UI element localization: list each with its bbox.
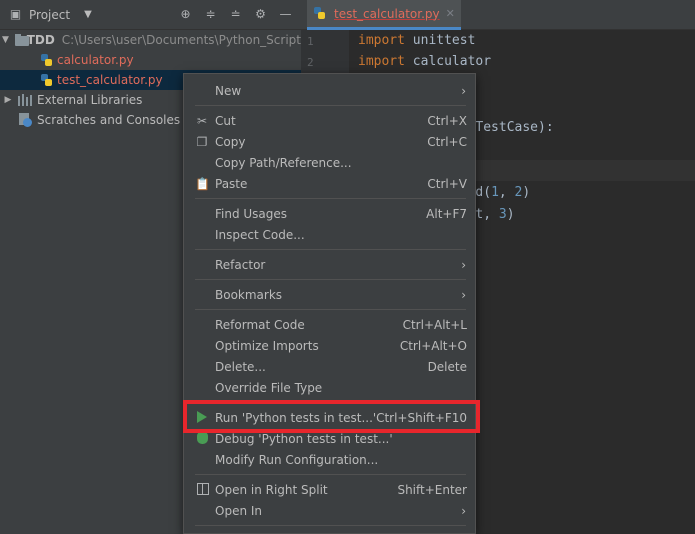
- split-view-icon: [197, 483, 209, 495]
- menu-item-shortcut: Ctrl+V: [427, 176, 467, 191]
- menu-item-cut[interactable]: ✂ Cut Ctrl+X: [184, 110, 475, 131]
- collapse-all-icon[interactable]: ≐: [228, 7, 243, 22]
- copy-icon: ❐: [196, 134, 208, 149]
- menu-item-label: Cut: [215, 113, 236, 128]
- tree-root-tdd[interactable]: ▼ TDD C:\Users\user\Documents\Python_Scr…: [0, 30, 301, 50]
- menu-separator: [195, 525, 466, 526]
- chevron-right-icon: ›: [461, 503, 466, 518]
- menu-item-label: Delete...: [215, 359, 266, 374]
- menu-item-label: Bookmarks: [215, 287, 283, 302]
- menu-item-label: Inspect Code...: [215, 227, 305, 242]
- chevron-right-icon: ›: [461, 83, 466, 98]
- project-view-icon: ▣: [9, 7, 22, 21]
- close-icon[interactable]: ✕: [446, 7, 455, 20]
- tree-item-calculator[interactable]: calculator.py: [0, 50, 301, 70]
- scratches-label: Scratches and Consoles: [37, 113, 181, 127]
- gear-icon[interactable]: ⚙: [253, 7, 268, 22]
- menu-item-label: Override File Type: [215, 380, 323, 395]
- line-number: 1: [307, 35, 314, 48]
- menu-item-find-usages[interactable]: Find Usages Alt+F7: [184, 203, 475, 224]
- python-file-icon: [40, 53, 53, 67]
- menu-item-open-right-split[interactable]: Open in Right Split Shift+Enter: [184, 479, 475, 500]
- menu-item-label: Find Usages: [215, 206, 288, 221]
- menu-separator: [195, 309, 466, 310]
- menu-item-override-file-type[interactable]: Override File Type: [184, 377, 475, 398]
- menu-item-open-in[interactable]: Open In ›: [184, 500, 475, 521]
- editor-tab-bar: test_calculator.py ✕: [301, 0, 695, 30]
- external-libraries-label: External Libraries: [37, 93, 143, 107]
- menu-item-delete[interactable]: Delete... Delete: [184, 356, 475, 377]
- debug-bug-icon: [197, 432, 208, 444]
- menu-item-paste[interactable]: 📋 Paste Ctrl+V: [184, 173, 475, 194]
- library-icon: [18, 94, 32, 106]
- menu-item-label: Debug 'Python tests in test...': [215, 431, 393, 446]
- menu-item-inspect-code[interactable]: Inspect Code...: [184, 224, 475, 245]
- menu-item-reformat-code[interactable]: Reformat Code Ctrl+Alt+L: [184, 314, 475, 335]
- menu-item-label: Copy Path/Reference...: [215, 155, 352, 170]
- project-panel-header: ▣ Project ▼ ⊕ ≑ ≐ ⚙ —: [0, 0, 301, 30]
- menu-item-label: Modify Run Configuration...: [215, 452, 379, 467]
- menu-item-refactor[interactable]: Refactor ›: [184, 254, 475, 275]
- menu-item-shortcut: Alt+F7: [426, 206, 467, 221]
- menu-separator: [195, 474, 466, 475]
- code-line-2: import calculator: [358, 54, 492, 69]
- menu-item-label: Open in Right Split: [215, 482, 328, 497]
- file-name: test_calculator.py: [57, 73, 163, 87]
- menu-item-label: Refactor: [215, 257, 266, 272]
- select-opened-file-icon[interactable]: ⊕: [178, 7, 193, 22]
- menu-item-shortcut: Shift+Enter: [397, 482, 467, 497]
- chevron-right-icon[interactable]: ▶: [2, 95, 14, 105]
- menu-item-shortcut: Ctrl+C: [427, 134, 467, 149]
- menu-separator: [195, 198, 466, 199]
- scissors-icon: ✂: [196, 113, 208, 128]
- scratches-icon: [18, 113, 32, 127]
- menu-separator: [195, 279, 466, 280]
- menu-item-new[interactable]: New ›: [184, 80, 475, 101]
- expand-all-icon[interactable]: ≑: [203, 7, 218, 22]
- chevron-right-icon: ›: [461, 287, 466, 302]
- folder-icon: [14, 34, 29, 46]
- menu-item-shortcut: Ctrl+Alt+L: [402, 317, 467, 332]
- menu-item-modify-run-config[interactable]: Modify Run Configuration...: [184, 449, 475, 470]
- menu-item-shortcut: Ctrl+X: [427, 113, 467, 128]
- code-line-1: import unittest: [358, 33, 476, 48]
- menu-item-label: New: [215, 83, 242, 98]
- tab-label: test_calculator.py: [334, 6, 440, 21]
- root-folder-name: TDD: [26, 33, 55, 47]
- chevron-right-icon: ›: [461, 257, 466, 272]
- context-menu: New › ✂ Cut Ctrl+X ❐ Copy Ctrl+C Copy Pa…: [183, 73, 476, 534]
- line-number: 2: [307, 56, 314, 69]
- tab-test-calculator[interactable]: test_calculator.py ✕: [307, 0, 461, 30]
- menu-item-copy-path[interactable]: Copy Path/Reference...: [184, 152, 475, 173]
- menu-item-shortcut: Delete: [427, 359, 467, 374]
- menu-item-optimize-imports[interactable]: Optimize Imports Ctrl+Alt+O: [184, 335, 475, 356]
- file-name: calculator.py: [57, 53, 134, 67]
- root-folder-path: C:\Users\user\Documents\Python_Script: [61, 33, 301, 47]
- menu-separator: [195, 249, 466, 250]
- annotation-highlight-box: [183, 400, 480, 433]
- python-file-icon: [40, 73, 53, 87]
- menu-item-label: Reformat Code: [215, 317, 305, 332]
- menu-separator: [195, 105, 466, 106]
- menu-item-label: Open In: [215, 503, 263, 518]
- ide-window: ▣ Project ▼ ⊕ ≑ ≐ ⚙ — ▼ TDD C:\Users\use…: [0, 0, 695, 534]
- chevron-down-icon[interactable]: ▼: [2, 35, 9, 45]
- chevron-down-icon[interactable]: ▼: [84, 9, 92, 20]
- clipboard-icon: 📋: [195, 176, 210, 191]
- menu-item-copy[interactable]: ❐ Copy Ctrl+C: [184, 131, 475, 152]
- menu-item-label: Copy: [215, 134, 246, 149]
- python-file-icon: [313, 7, 326, 20]
- project-panel-title[interactable]: Project: [29, 8, 70, 22]
- hide-panel-icon[interactable]: —: [278, 7, 293, 22]
- menu-item-bookmarks[interactable]: Bookmarks ›: [184, 284, 475, 305]
- menu-item-shortcut: Ctrl+Alt+O: [399, 338, 467, 353]
- menu-item-label: Optimize Imports: [215, 338, 319, 353]
- menu-item-label: Paste: [215, 176, 248, 191]
